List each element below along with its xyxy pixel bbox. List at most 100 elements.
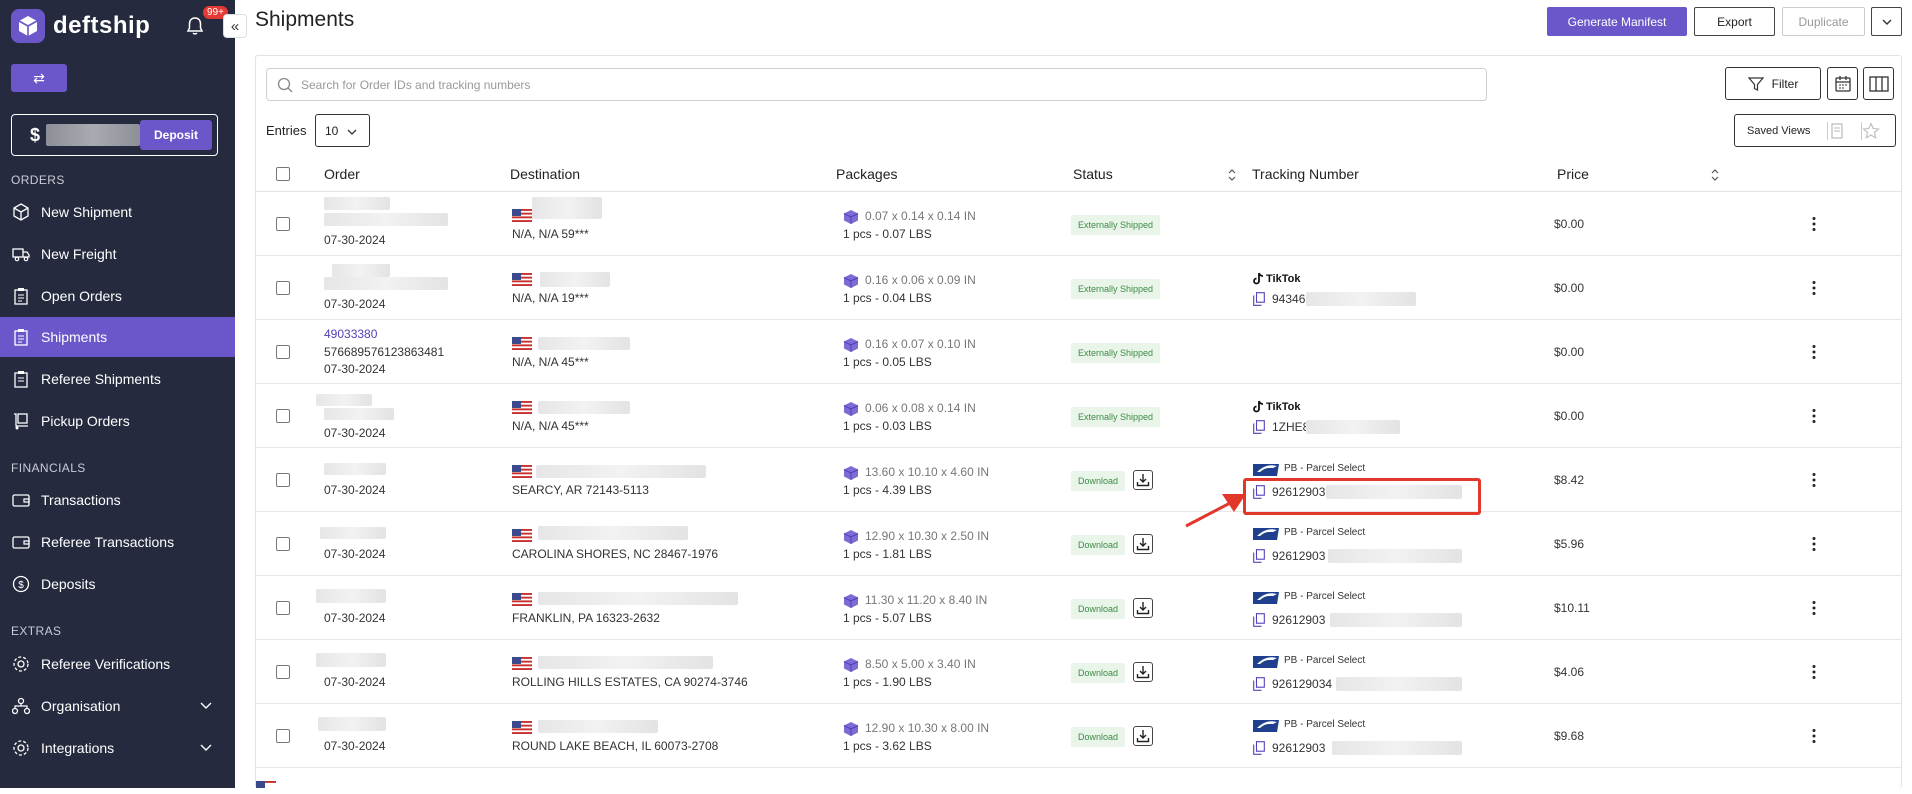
sidebar-item-open-orders[interactable]: Open Orders (0, 276, 235, 316)
column-header-destination[interactable]: Destination (510, 166, 580, 182)
column-header-order[interactable]: Order (324, 166, 360, 182)
generate-manifest-button[interactable]: Generate Manifest (1547, 7, 1687, 36)
box-icon (11, 202, 31, 222)
document-icon[interactable] (1827, 122, 1845, 140)
table-row[interactable]: 07-30-2024 SEARCY, AR 72143-5113 13.60 x… (256, 448, 1901, 512)
saved-views-control[interactable]: Saved Views (1734, 114, 1896, 147)
copy-icon[interactable] (1253, 741, 1265, 755)
download-icon (1136, 730, 1150, 743)
table-row[interactable]: 49033380 576689576123863481 07-30-2024 N… (256, 320, 1901, 384)
tracking-number[interactable]: 92612903 (1272, 613, 1325, 627)
copy-icon[interactable] (1253, 420, 1265, 434)
row-checkbox[interactable] (276, 665, 290, 679)
switch-account-button[interactable]: ⇄ (11, 64, 67, 92)
download-label-icon-button[interactable] (1133, 726, 1153, 746)
sidebar-item-transactions[interactable]: Transactions (0, 480, 235, 520)
download-label-icon-button[interactable] (1133, 598, 1153, 618)
row-checkbox[interactable] (276, 537, 290, 551)
tracking-number[interactable]: 92612903 (1272, 741, 1325, 755)
download-label-icon-button[interactable] (1133, 662, 1153, 682)
search-bar[interactable] (266, 68, 1487, 101)
star-icon[interactable] (1861, 122, 1880, 140)
row-checkbox[interactable] (276, 729, 290, 743)
table-row[interactable]: 07-30-2024 ROUND LAKE BEACH, IL 60073-27… (256, 704, 1901, 768)
carrier-name: TikTok (1266, 400, 1301, 413)
sidebar-item-shipments[interactable]: Shipments (0, 317, 235, 357)
copy-icon[interactable] (1253, 292, 1265, 306)
duplicate-button[interactable]: Duplicate (1782, 7, 1865, 36)
tracking-number[interactable]: 94346 (1272, 292, 1305, 306)
more-options-icon[interactable] (1811, 344, 1817, 360)
row-checkbox[interactable] (276, 473, 290, 487)
order-number: 576689576123863481 (324, 345, 445, 359)
table-row[interactable]: 07-30-2024 ROLLING HILLS ESTATES, CA 902… (256, 640, 1901, 704)
columns-button[interactable] (1863, 67, 1894, 100)
sidebar-item-new-freight[interactable]: New Freight (0, 234, 235, 274)
sidebar-item-referee-transactions[interactable]: Referee Transactions (0, 522, 235, 562)
collapse-sidebar-button[interactable]: « (223, 14, 247, 38)
sidebar-item-integrations[interactable]: Integrations (0, 728, 235, 768)
brand[interactable]: deftship (11, 9, 150, 43)
tracking-number[interactable]: 926129034 (1272, 677, 1332, 691)
sort-icon[interactable] (1710, 168, 1720, 182)
deposit-button[interactable]: Deposit (139, 120, 212, 150)
filter-button[interactable]: Filter (1725, 67, 1821, 100)
package-count-weight: 1 pcs - 0.07 LBS (843, 227, 932, 241)
copy-icon[interactable] (1253, 549, 1265, 563)
row-checkbox[interactable] (276, 601, 290, 615)
download-icon (1136, 538, 1150, 551)
sidebar-item-referee-verifications[interactable]: Referee Verifications (0, 644, 235, 684)
more-options-icon[interactable] (1811, 280, 1817, 296)
copy-icon[interactable] (1253, 613, 1265, 627)
more-options-icon[interactable] (1811, 536, 1817, 552)
sidebar-item-referee-shipments[interactable]: Referee Shipments (0, 359, 235, 399)
select-all-checkbox[interactable] (276, 167, 290, 181)
row-checkbox[interactable] (276, 281, 290, 295)
sidebar-item-new-shipment[interactable]: New Shipment (0, 192, 235, 232)
table-row[interactable]: 07-30-2024 CAROLINA SHORES, NC 28467-197… (256, 512, 1901, 576)
tracking-number[interactable]: 92612903 (1272, 549, 1325, 563)
download-label-button[interactable]: Download (1071, 727, 1126, 747)
tracking-number[interactable]: 1ZHE8 (1272, 420, 1309, 434)
column-header-tracking-number[interactable]: Tracking Number (1252, 166, 1359, 182)
download-label-button[interactable]: Download (1071, 663, 1126, 683)
bell-icon[interactable] (184, 15, 206, 37)
more-options-icon[interactable] (1811, 216, 1817, 232)
search-input[interactable] (301, 77, 1390, 92)
table-row[interactable]: 07-30-2024 FRANKLIN, PA 16323-2632 11.30… (256, 576, 1901, 640)
download-label-button[interactable]: Download (1071, 471, 1126, 491)
row-checkbox[interactable] (276, 345, 290, 359)
copy-icon[interactable] (1253, 677, 1265, 691)
table-row[interactable]: 07-30-2024 N/A, N/A 19*** 0.16 x 0.06 x … (256, 256, 1901, 320)
column-header-status[interactable]: Status (1073, 166, 1113, 182)
destination-address: FRANKLIN, PA 16323-2632 (512, 611, 660, 625)
date-range-button[interactable] (1827, 67, 1858, 100)
table-row[interactable]: 07-30-2024 N/A, N/A 59*** 0.07 x 0.14 x … (256, 192, 1901, 256)
recipient-name-redacted (538, 720, 658, 733)
more-options-icon[interactable] (1811, 664, 1817, 680)
column-header-packages[interactable]: Packages (836, 166, 897, 182)
carrier-name: PB - Parcel Select (1284, 719, 1366, 730)
column-header-price[interactable]: Price (1557, 166, 1589, 182)
export-button[interactable]: Export (1694, 7, 1775, 36)
sidebar-item-deposits[interactable]: $ Deposits (0, 564, 235, 604)
entries-select[interactable]: 10 (315, 114, 370, 147)
sidebar-item-pickup-orders[interactable]: Pickup Orders (0, 401, 235, 441)
more-options-icon[interactable] (1811, 600, 1817, 616)
download-label-icon-button[interactable] (1133, 470, 1153, 490)
download-icon (1136, 602, 1150, 615)
more-actions-button[interactable] (1871, 7, 1902, 36)
sort-icon[interactable] (1227, 168, 1237, 182)
more-options-icon[interactable] (1811, 728, 1817, 744)
table-row[interactable]: 07-30-2024 N/A, N/A 45*** 0.06 x 0.08 x … (256, 384, 1901, 448)
download-label-button[interactable]: Download (1071, 599, 1126, 619)
row-checkbox[interactable] (276, 409, 290, 423)
download-label-icon-button[interactable] (1133, 534, 1153, 554)
download-label-button[interactable]: Download (1071, 535, 1126, 555)
order-id-link[interactable]: 49033380 (324, 327, 377, 341)
sidebar-item-organisation[interactable]: Organisation (0, 686, 235, 726)
row-checkbox[interactable] (276, 217, 290, 231)
more-options-icon[interactable] (1811, 408, 1817, 424)
more-options-icon[interactable] (1811, 472, 1817, 488)
sidebar-item-label: Integrations (41, 740, 115, 756)
